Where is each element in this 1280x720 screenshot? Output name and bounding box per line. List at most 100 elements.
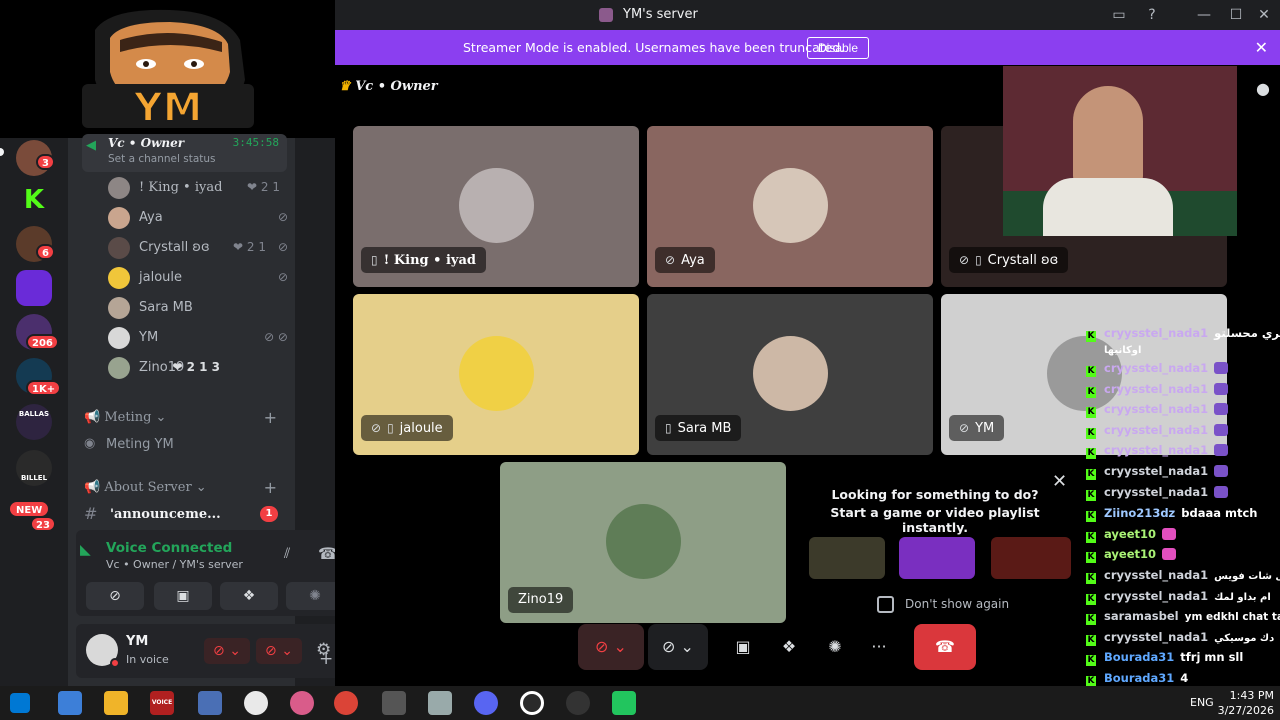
file-explorer-icon[interactable] bbox=[104, 691, 128, 715]
paint-icon[interactable] bbox=[290, 691, 314, 715]
minimize-button[interactable]: — bbox=[1193, 4, 1215, 26]
close-banner-icon[interactable]: ✕ bbox=[1255, 38, 1268, 57]
mic-off-icon: ⊘ bbox=[665, 253, 676, 267]
noise-suppression-icon[interactable]: ⫽ bbox=[284, 546, 290, 562]
mic-off-icon: ⊘ bbox=[371, 421, 382, 435]
voice-channel-row[interactable]: ◀ Vc • Owner 3:45:58 Set a channel statu… bbox=[82, 134, 287, 172]
call-controls: ⊘ ⌄ ⊘ ⌄ ▣ ❖ ✺ ··· ☎ bbox=[578, 624, 978, 670]
voice-member[interactable]: Aya ⊘ bbox=[108, 205, 288, 231]
chrome-icon[interactable] bbox=[334, 691, 358, 715]
voice-member[interactable]: Zino19 ❤ 2 1 3 bbox=[108, 355, 288, 381]
kick-badge-icon: K bbox=[1086, 655, 1096, 666]
video-tile[interactable]: ⊘ Aya bbox=[647, 126, 933, 287]
start-menu-icon[interactable] bbox=[10, 693, 30, 713]
voice-member[interactable]: ! King • iyad ❤ 2 1 bbox=[108, 175, 288, 201]
more-options-button[interactable]: ··· bbox=[862, 624, 896, 670]
chat-line: اوكانيها bbox=[1104, 342, 1141, 360]
activity-card-fallout[interactable] bbox=[809, 537, 885, 579]
kick-badge-icon: K bbox=[1086, 490, 1096, 501]
discord-icon[interactable] bbox=[474, 691, 498, 715]
app-icon[interactable] bbox=[198, 691, 222, 715]
video-tile[interactable]: Zino19 bbox=[500, 462, 786, 623]
leave-call-button[interactable]: ☎ bbox=[914, 624, 976, 670]
activities-button[interactable]: ❖ bbox=[220, 582, 278, 610]
twitch-icon[interactable] bbox=[16, 270, 52, 306]
emote-icon bbox=[1214, 486, 1229, 498]
voice-member[interactable]: YM ⊘ ⊘ bbox=[108, 325, 288, 351]
crown-icon: ♛ bbox=[339, 79, 351, 94]
chat-line: Ksaramasbel ym edkhl chat ta3 v bbox=[1086, 609, 1280, 627]
clock-time[interactable]: 1:43 PM bbox=[1226, 689, 1274, 702]
category-meting[interactable]: 📢 Meting ⌄ bbox=[84, 410, 166, 425]
kick-badge-icon: K bbox=[1086, 331, 1096, 342]
chat-user: ayeet10 bbox=[1104, 527, 1157, 541]
chat-line: Kcryysstel_nada1 bbox=[1086, 423, 1229, 441]
video-tile[interactable]: ▯ ! King • iyad bbox=[353, 126, 639, 287]
inbox-icon[interactable]: ▭ bbox=[1108, 4, 1130, 26]
add-channel-icon[interactable]: + bbox=[264, 478, 277, 497]
steam-icon[interactable] bbox=[244, 691, 268, 715]
channel-status-placeholder[interactable]: Set a channel status bbox=[108, 153, 216, 165]
chat-line: Kayeet10 bbox=[1086, 527, 1177, 545]
invite-user-icon[interactable]: + bbox=[319, 649, 333, 669]
camera-off-button[interactable]: ⊘ bbox=[86, 582, 144, 610]
category-about-server[interactable]: 📢 About Server ⌄ bbox=[84, 480, 207, 495]
video-tile[interactable]: ▯ Sara MB bbox=[647, 294, 933, 455]
avatar bbox=[108, 357, 130, 379]
mention-badge: 23 bbox=[30, 516, 56, 532]
category-name: About Server bbox=[104, 480, 192, 495]
mute-toggle-button[interactable]: ⊘ ⌄ bbox=[578, 624, 644, 670]
soundboard-button[interactable]: ✺ bbox=[818, 624, 852, 670]
language-indicator[interactable]: ENG bbox=[1190, 696, 1214, 709]
close-window-button[interactable]: ✕ bbox=[1253, 4, 1275, 26]
add-channel-icon[interactable]: + bbox=[264, 408, 277, 427]
voice-channel-meting[interactable]: ◉ Meting YM bbox=[82, 434, 282, 456]
app-icon[interactable] bbox=[566, 691, 590, 715]
chat-line: Kcryysstel_nada1 bbox=[1086, 361, 1229, 379]
member-name: Sara MB bbox=[139, 300, 193, 315]
stage-channel-title: ♛ Vc • Owner bbox=[339, 79, 438, 94]
maximize-button[interactable]: ☐ bbox=[1225, 4, 1247, 26]
banner-message: Streamer Mode is enabled. Usernames have… bbox=[463, 40, 845, 55]
disable-streamer-mode-button[interactable]: Disable bbox=[807, 37, 869, 59]
app-icon[interactable] bbox=[612, 691, 636, 715]
voice-member[interactable]: Sara MB bbox=[108, 295, 288, 321]
server-ballas[interactable]: BALLAS bbox=[16, 404, 52, 440]
chat-text: دك موسيكي bbox=[1214, 633, 1275, 644]
activity-card-valorant[interactable] bbox=[899, 537, 975, 579]
activity-card-scream[interactable] bbox=[991, 537, 1071, 579]
emote-icon bbox=[1162, 528, 1177, 540]
text-channel-announcements[interactable]: # 'announceme... 1 bbox=[82, 504, 288, 526]
chat-bubble-icon[interactable]: ● bbox=[1256, 79, 1270, 98]
voicemod-icon[interactable]: VOICE bbox=[150, 691, 174, 715]
store-icon[interactable] bbox=[58, 691, 82, 715]
member-name: Aya bbox=[139, 210, 163, 225]
app-icon[interactable] bbox=[382, 691, 406, 715]
emote-icon bbox=[1214, 362, 1229, 374]
phone-icon: ▯ bbox=[387, 421, 394, 435]
close-activity-icon[interactable]: ✕ bbox=[1052, 471, 1067, 492]
dnd-status-icon bbox=[110, 658, 120, 668]
activities-button[interactable]: ❖ bbox=[772, 624, 806, 670]
voice-member[interactable]: jaloule ⊘ bbox=[108, 265, 288, 291]
server-billel[interactable]: BILLEL bbox=[16, 450, 52, 486]
voice-member[interactable]: Crystall ʚɞ ❤ 2 1 ⊘ bbox=[108, 235, 288, 261]
clock-date[interactable]: 3/27/2026 bbox=[1216, 704, 1274, 717]
voice-connected-subtitle: Vc • Owner / YM's server bbox=[106, 558, 243, 571]
app-icon[interactable] bbox=[428, 691, 452, 715]
share-screen-button[interactable]: ▣ bbox=[726, 624, 760, 670]
camera-toggle-button[interactable]: ⊘ ⌄ bbox=[648, 624, 708, 670]
help-icon[interactable]: ? bbox=[1141, 4, 1163, 26]
obs-icon[interactable] bbox=[520, 691, 544, 715]
kick-icon[interactable]: K bbox=[16, 182, 52, 218]
chat-line: Kcryysstel_nada1 bbox=[1086, 382, 1229, 400]
voice-connected-title: Voice Connected bbox=[106, 540, 233, 556]
chat-text: اوكانيها bbox=[1104, 345, 1142, 356]
mute-button[interactable]: ⊘ ⌄ bbox=[204, 638, 250, 664]
window-title: YM's server bbox=[623, 7, 698, 22]
video-tile[interactable]: ⊘ ▯ jaloule bbox=[353, 294, 639, 455]
deafen-button[interactable]: ⊘ ⌄ bbox=[256, 638, 302, 664]
logo-face-illustration: YM bbox=[82, 9, 254, 132]
share-screen-button[interactable]: ▣ bbox=[154, 582, 212, 610]
dont-show-checkbox[interactable] bbox=[877, 596, 894, 613]
